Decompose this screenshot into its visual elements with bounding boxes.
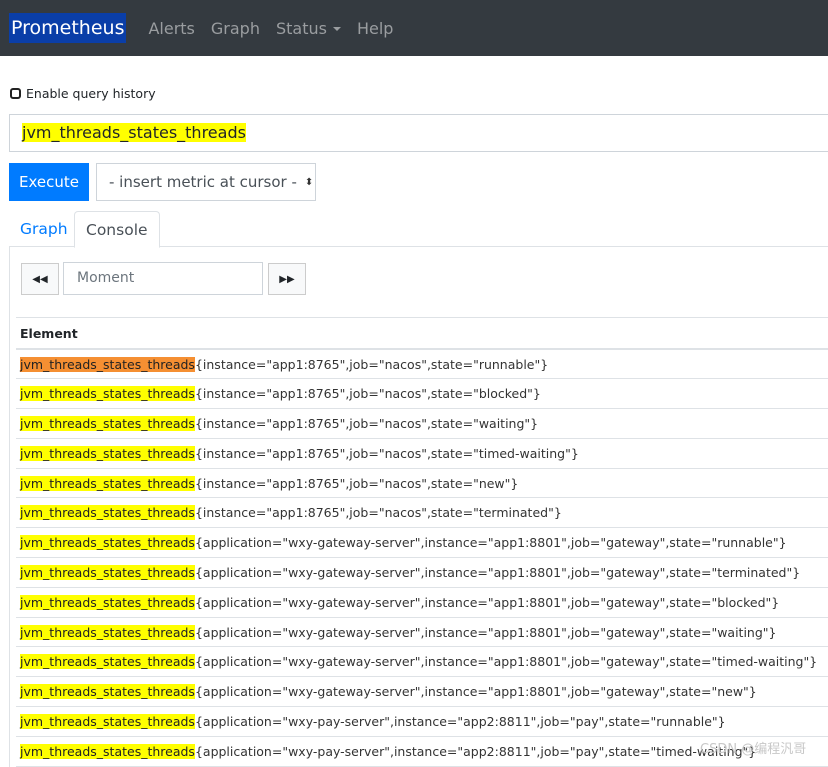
metric-name: jvm_threads_states_threads	[20, 445, 195, 461]
metric-labels: {application="wxy-gateway-server",instan…	[194, 594, 780, 610]
metric-name: jvm_threads_states_threads	[20, 356, 195, 372]
row-cell: jvm_threads_states_threads{instance="app…	[16, 408, 828, 439]
moment-input[interactable]: Moment	[63, 262, 263, 295]
backward-icon: ◀◀	[32, 273, 48, 285]
query-history-label: Enable query history	[26, 86, 156, 101]
navbar: Prometheus Alerts Graph Status Help	[0, 0, 828, 56]
metric-name: jvm_threads_states_threads	[20, 535, 195, 551]
metric-labels: {application="wxy-gateway-server",instan…	[194, 564, 801, 580]
rewind-button[interactable]: ◀◀	[21, 263, 59, 295]
execute-button[interactable]: Execute	[9, 163, 89, 201]
metric-name: jvm_threads_states_threads	[20, 624, 195, 640]
caret-down-icon	[332, 27, 341, 31]
table-row: jvm_threads_states_threads{application="…	[16, 527, 828, 559]
metric-labels: {application="wxy-gateway-server",instan…	[194, 535, 787, 551]
nav-status-label: Status	[275, 18, 327, 38]
table-row: jvm_threads_states_threads{application="…	[16, 617, 828, 648]
table-row: jvm_threads_states_threads{application="…	[16, 557, 828, 588]
row-cell: jvm_threads_states_threads{application="…	[16, 617, 828, 648]
table-row: jvm_threads_states_threads{application="…	[16, 646, 828, 678]
metric-labels: {instance="app1:8765",job="nacos",state=…	[194, 445, 579, 461]
brand-logo[interactable]: Prometheus	[9, 13, 127, 43]
metric-name: jvm_threads_states_threads	[20, 505, 195, 521]
metric-labels: {application="wxy-gateway-server",instan…	[194, 684, 757, 700]
metric-name: jvm_threads_states_threads	[20, 475, 195, 491]
row-cell: jvm_threads_states_threads{instance="app…	[16, 497, 828, 529]
results-table: Element jvm_threads_states_threads{insta…	[16, 317, 828, 767]
metric-labels: {instance="app1:8765",job="nacos",state=…	[194, 475, 519, 491]
query-input[interactable]: jvm_threads_states_threads	[9, 114, 828, 152]
metric-name: jvm_threads_states_threads	[20, 684, 195, 700]
row-cell: jvm_threads_states_threads{application="…	[16, 676, 828, 708]
row-cell: jvm_threads_states_threads{application="…	[16, 527, 828, 559]
table-row: jvm_threads_states_threads{instance="app…	[16, 468, 828, 499]
metric-labels: {instance="app1:8765",job="nacos",state=…	[194, 386, 541, 402]
row-cell: jvm_threads_states_threads{application="…	[16, 587, 828, 618]
sort-arrows-icon: ⬍	[304, 176, 314, 188]
nav-graph[interactable]: Graph	[211, 19, 260, 38]
row-cell: jvm_threads_states_threads{application="…	[16, 706, 828, 737]
query-history-toggle[interactable]: Enable query history	[10, 86, 156, 101]
table-row: jvm_threads_states_threads{instance="app…	[16, 378, 828, 410]
table-row: jvm_threads_states_threads{instance="app…	[16, 497, 828, 529]
metric-labels: {instance="app1:8765",job="nacos",state=…	[194, 356, 549, 372]
table-row: jvm_threads_states_threads{instance="app…	[16, 349, 828, 380]
table-row: jvm_threads_states_threads{application="…	[16, 587, 828, 618]
row-cell: jvm_threads_states_threads{application="…	[16, 557, 828, 588]
metric-name: jvm_threads_states_threads	[20, 386, 195, 402]
table-row: jvm_threads_states_threads{instance="app…	[16, 438, 828, 469]
query-history-checkbox[interactable]	[10, 88, 21, 99]
metric-labels: {instance="app1:8765",job="nacos",state=…	[194, 415, 539, 431]
metric-name: jvm_threads_states_threads	[20, 743, 195, 759]
row-cell: jvm_threads_states_threads{instance="app…	[16, 349, 828, 380]
tab-bar: Graph Console	[9, 211, 828, 248]
tab-console[interactable]: Console	[74, 211, 160, 248]
query-text: jvm_threads_states_threads	[22, 123, 246, 142]
nav-help[interactable]: Help	[357, 19, 393, 38]
nav-alerts[interactable]: Alerts	[148, 19, 194, 38]
metric-labels: {instance="app1:8765",job="nacos",state=…	[194, 505, 562, 521]
console-panel: ◀◀ Moment ▶▶ Element jvm_threads_states_…	[9, 247, 828, 767]
table-row: jvm_threads_states_threads{application="…	[16, 706, 828, 737]
insert-metric-label: - insert metric at cursor -	[109, 173, 297, 191]
table-row: jvm_threads_states_threads{instance="app…	[16, 408, 828, 439]
element-column-header: Element	[16, 317, 828, 350]
metric-labels: {application="wxy-pay-server",instance="…	[194, 713, 726, 729]
table-row: jvm_threads_states_threads{application="…	[16, 676, 828, 708]
row-cell: jvm_threads_states_threads{instance="app…	[16, 378, 828, 410]
nav-status[interactable]: Status	[276, 19, 341, 38]
forward-icon: ▶▶	[279, 273, 295, 285]
forward-button[interactable]: ▶▶	[268, 263, 306, 295]
metric-name: jvm_threads_states_threads	[20, 415, 195, 431]
metric-name: jvm_threads_states_threads	[20, 594, 195, 610]
metric-name: jvm_threads_states_threads	[20, 564, 195, 580]
metric-name: jvm_threads_states_threads	[20, 654, 195, 670]
metric-labels: {application="wxy-gateway-server",instan…	[194, 624, 777, 640]
metric-labels: {application="wxy-gateway-server",instan…	[194, 654, 818, 670]
row-cell: jvm_threads_states_threads{application="…	[16, 646, 828, 678]
row-cell: jvm_threads_states_threads{instance="app…	[16, 468, 828, 499]
tab-graph[interactable]: Graph	[9, 211, 79, 247]
metric-name: jvm_threads_states_threads	[20, 713, 195, 729]
insert-metric-select[interactable]: - insert metric at cursor - ⬍	[96, 163, 316, 201]
metric-labels: {application="wxy-pay-server",instance="…	[194, 743, 757, 759]
watermark: CSDN @编程汎哥	[700, 742, 807, 757]
row-cell: jvm_threads_states_threads{instance="app…	[16, 438, 828, 469]
